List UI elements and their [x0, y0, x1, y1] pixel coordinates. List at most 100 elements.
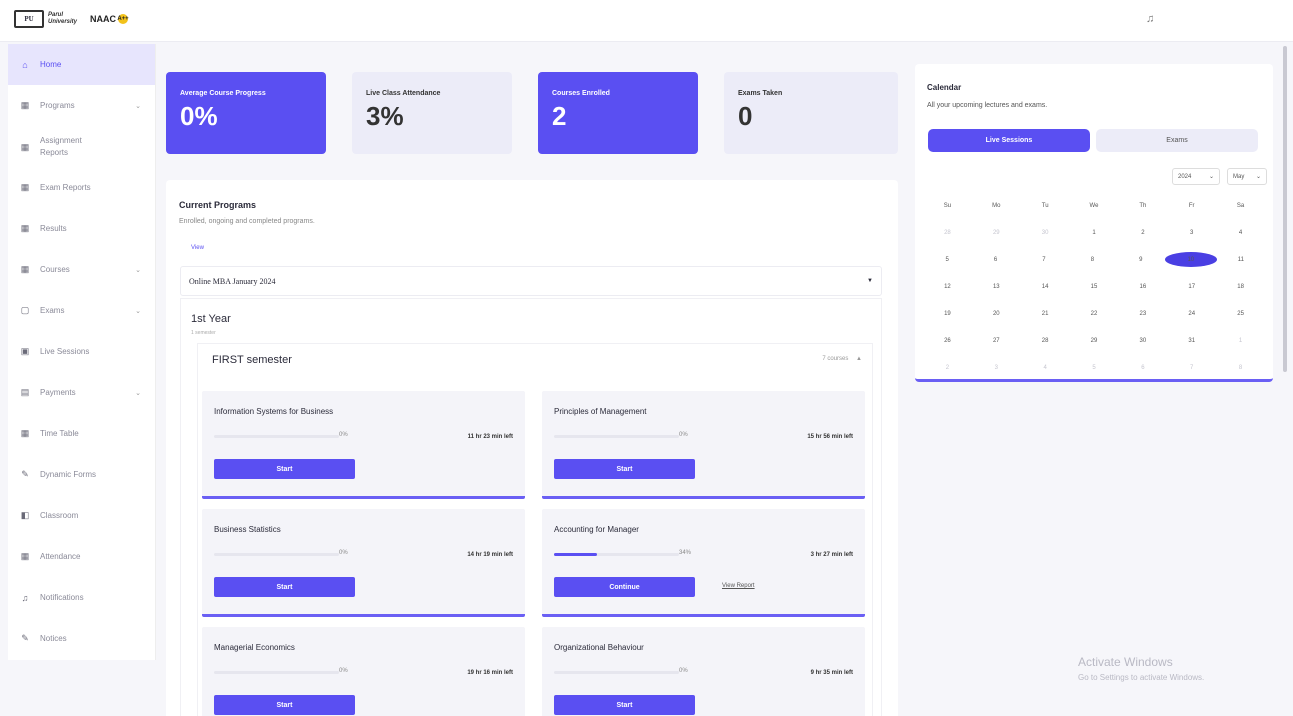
sidebar-item-attendance[interactable]: ▦ Attendance: [8, 536, 155, 577]
calendar-day[interactable]: 1: [1070, 230, 1119, 236]
calendar-day[interactable]: 11: [1217, 257, 1265, 263]
calendar-day[interactable]: 22: [1070, 311, 1119, 317]
start-button[interactable]: Start: [554, 459, 695, 479]
sidebar-item-programs[interactable]: ▦ Programs ⌄: [8, 85, 155, 126]
calendar-day[interactable]: 27: [972, 338, 1021, 344]
page-scrollbar[interactable]: [1283, 46, 1287, 372]
sidebar-item-label: Programs: [40, 101, 75, 110]
semester-course-count: 7 courses: [822, 356, 849, 362]
logo-mark: PU: [14, 10, 44, 28]
course-title: Organizational Behaviour: [554, 643, 644, 652]
sidebar-item-dynamic-forms[interactable]: ✎ Dynamic Forms: [8, 454, 155, 495]
logo-text: Parul University: [48, 12, 78, 25]
calendar-day[interactable]: 6: [1118, 365, 1167, 371]
month-select[interactable]: May ⌄: [1227, 168, 1267, 185]
sidebar-item-classroom[interactable]: ◧ Classroom: [8, 495, 155, 536]
calendar-day[interactable]: 8: [1216, 365, 1265, 371]
program-select[interactable]: Online MBA January 2024 ▼: [180, 266, 882, 296]
notification-bell-icon[interactable]: ♫: [1146, 13, 1154, 25]
semester-toggle[interactable]: 7 courses ▲: [822, 356, 862, 362]
weekday-label: Sa: [1236, 202, 1245, 209]
calendar-day[interactable]: 8: [1068, 257, 1116, 263]
sidebar-item-time-table[interactable]: ▦ Time Table: [8, 413, 155, 454]
sidebar-item-label: Payments: [40, 388, 76, 397]
calendar-day[interactable]: 29: [1070, 338, 1119, 344]
sidebar-item-exam-reports[interactable]: ▦ Exam Reports: [8, 167, 155, 208]
calendar-day[interactable]: 19: [923, 311, 972, 317]
calendar-day[interactable]: 16: [1118, 284, 1167, 290]
calendar-day[interactable]: 17: [1167, 284, 1216, 290]
sidebar-item-label: Notifications: [40, 593, 84, 602]
start-button[interactable]: Start: [214, 459, 355, 479]
calendar-day[interactable]: 12: [923, 284, 972, 290]
activate-windows-watermark: Activate Windows Go to Settings to activ…: [1078, 655, 1204, 682]
calendar-day[interactable]: 23: [1118, 311, 1167, 317]
calendar-day[interactable]: 7: [1167, 365, 1216, 371]
calendar-day[interactable]: 2: [1118, 230, 1167, 236]
calendar-day[interactable]: 13: [972, 284, 1021, 290]
calendar-day[interactable]: 26: [923, 338, 972, 344]
start-button[interactable]: Start: [554, 695, 695, 715]
weekday-label: Tu: [1041, 202, 1049, 209]
calendar-day[interactable]: 25: [1216, 311, 1265, 317]
naac-badge: NAAC A++: [90, 14, 129, 24]
year-select[interactable]: 2024 ⌄: [1172, 168, 1220, 185]
progress-bar: [214, 435, 339, 438]
calendar-day[interactable]: 30: [1118, 338, 1167, 344]
exam-report-icon: ▦: [20, 182, 30, 192]
progress-percent: 0%: [679, 668, 688, 674]
progress-fill: [554, 553, 597, 556]
sidebar-item-courses[interactable]: ▦ Courses ⌄: [8, 249, 155, 290]
calendar-day[interactable]: 6: [971, 257, 1019, 263]
results-icon: ▦: [20, 223, 30, 233]
tab-live-sessions[interactable]: Live Sessions: [928, 129, 1090, 152]
calendar-day[interactable]: 10: [1164, 252, 1217, 267]
calendar-day[interactable]: 7: [1020, 257, 1068, 263]
view-report-link[interactable]: View Report: [722, 583, 755, 589]
sidebar-item-results[interactable]: ▦ Results: [8, 208, 155, 249]
calendar-week: 5 6 7 8 9 10 11: [915, 246, 1273, 273]
calendar-day[interactable]: 4: [1216, 230, 1265, 236]
calendar-day[interactable]: 31: [1167, 338, 1216, 344]
tab-exams[interactable]: Exams: [1096, 129, 1258, 152]
calendar-day[interactable]: 5: [923, 257, 971, 263]
calendar-title: Calendar: [927, 83, 962, 92]
calendar-day[interactable]: 14: [1021, 284, 1070, 290]
start-button[interactable]: Start: [214, 577, 355, 597]
calendar-day[interactable]: 18: [1216, 284, 1265, 290]
sidebar-item-payments[interactable]: ▤ Payments ⌄: [8, 372, 155, 413]
year-subtitle: 1 semester: [191, 330, 216, 336]
progress-bar: [554, 553, 679, 556]
weekday-label: Mo: [992, 202, 1001, 209]
calendar-day[interactable]: 2: [923, 365, 972, 371]
calendar-day[interactable]: 28: [923, 230, 972, 236]
calendar-day[interactable]: 9: [1117, 257, 1165, 263]
calendar-day[interactable]: 3: [1167, 230, 1216, 236]
year-title: 1st Year: [191, 313, 231, 325]
calendar-day[interactable]: 28: [1021, 338, 1070, 344]
start-button[interactable]: Start: [214, 695, 355, 715]
sidebar-item-exams[interactable]: ▢ Exams ⌄: [8, 290, 155, 331]
continue-button[interactable]: Continue: [554, 577, 695, 597]
calendar-day[interactable]: 20: [972, 311, 1021, 317]
calendar-day[interactable]: 15: [1070, 284, 1119, 290]
calendar-day[interactable]: 1: [1216, 338, 1265, 344]
sidebar-item-home[interactable]: ⌂ Home: [8, 44, 155, 85]
calendar-day[interactable]: 3: [972, 365, 1021, 371]
progress-bar: [214, 671, 339, 674]
sidebar-item-notifications[interactable]: ♫ Notifications: [8, 577, 155, 618]
weekday-header: Su Mo Tu We Th Fr Sa: [915, 192, 1273, 219]
sidebar-item-live-sessions[interactable]: ▣ Live Sessions: [8, 331, 155, 372]
calendar-day[interactable]: 21: [1021, 311, 1070, 317]
calendar-day[interactable]: 30: [1021, 230, 1070, 236]
course-card: Principles of Management 0% 15 hr 56 min l…: [542, 391, 865, 499]
calendar-day[interactable]: 4: [1021, 365, 1070, 371]
view-link[interactable]: View: [191, 245, 204, 251]
sidebar-item-assignment-reports[interactable]: ▦ Assignment Reports: [8, 126, 155, 167]
sidebar-item-label: Courses: [40, 265, 70, 274]
calendar-day[interactable]: 29: [972, 230, 1021, 236]
university-logo[interactable]: PU Parul University NAAC A++: [14, 10, 129, 28]
calendar-day[interactable]: 24: [1167, 311, 1216, 317]
sidebar-item-notices[interactable]: ✎ Notices: [8, 618, 155, 659]
calendar-day[interactable]: 5: [1070, 365, 1119, 371]
